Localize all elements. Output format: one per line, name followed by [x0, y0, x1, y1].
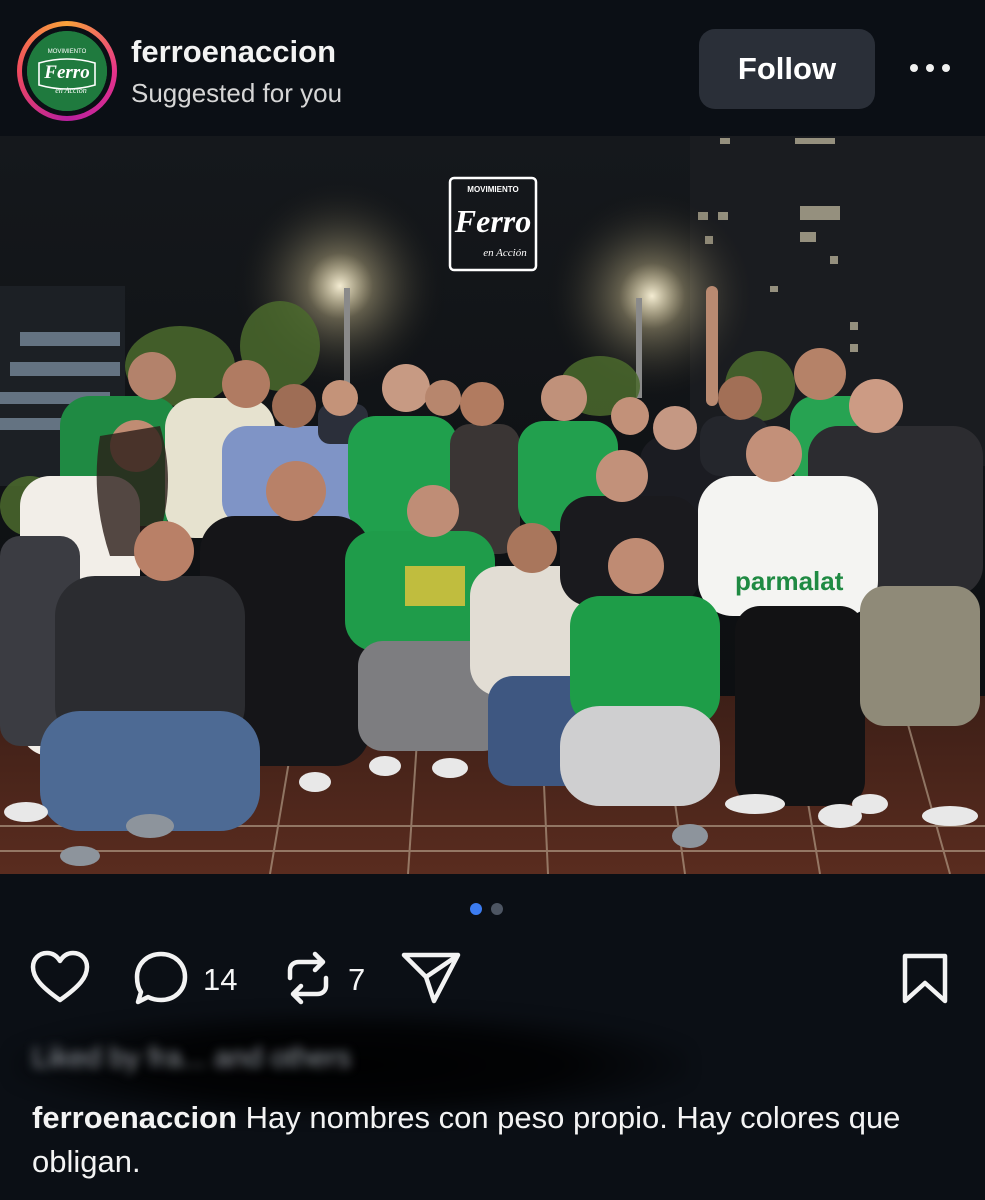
- post-header: MOVIMIENTO Ferro en Acción ferroenaccion…: [0, 0, 985, 136]
- carousel-dot[interactable]: [491, 903, 503, 915]
- share-icon[interactable]: [400, 950, 462, 1011]
- photo-logo-line-1: MOVIMIENTO: [467, 185, 518, 194]
- follow-button[interactable]: Follow: [699, 29, 875, 109]
- like-icon[interactable]: [30, 950, 90, 1011]
- avatar-logo-line-3: en Acción: [55, 86, 87, 95]
- username[interactable]: ferroenaccion: [131, 34, 336, 70]
- carousel-dot-active[interactable]: [470, 903, 482, 915]
- comment-icon[interactable]: [132, 950, 190, 1013]
- comment-count: 14: [203, 962, 238, 997]
- post-caption: ferroenaccion Hay nombres con peso propi…: [32, 1096, 932, 1184]
- repost-icon[interactable]: [280, 948, 336, 1013]
- liked-by-text[interactable]: Liked by fra... and others: [32, 1042, 682, 1102]
- avatar[interactable]: MOVIMIENTO Ferro en Acción: [22, 26, 112, 116]
- avatar-logo-line-1: MOVIMIENTO: [48, 49, 87, 55]
- caption-username[interactable]: ferroenaccion: [32, 1100, 237, 1135]
- jersey-sponsor-text: parmalat: [735, 566, 844, 596]
- more-options-icon[interactable]: [900, 48, 960, 88]
- repost-count: 7: [348, 962, 366, 997]
- avatar-logo: MOVIMIENTO Ferro en Acción: [27, 31, 107, 111]
- carousel-indicator: [470, 903, 503, 915]
- save-icon[interactable]: [900, 952, 950, 1011]
- post-photo[interactable]: parmalat MOVIMIENTO Ferro en Acción: [0, 136, 985, 874]
- photo-logo-line-2: Ferro: [454, 203, 531, 239]
- photo-logo-line-3: en Acción: [483, 247, 527, 259]
- avatar-logo-line-2: Ferro: [43, 62, 89, 83]
- story-ring[interactable]: MOVIMIENTO Ferro en Acción: [17, 21, 117, 121]
- suggested-label: Suggested for you: [131, 78, 343, 108]
